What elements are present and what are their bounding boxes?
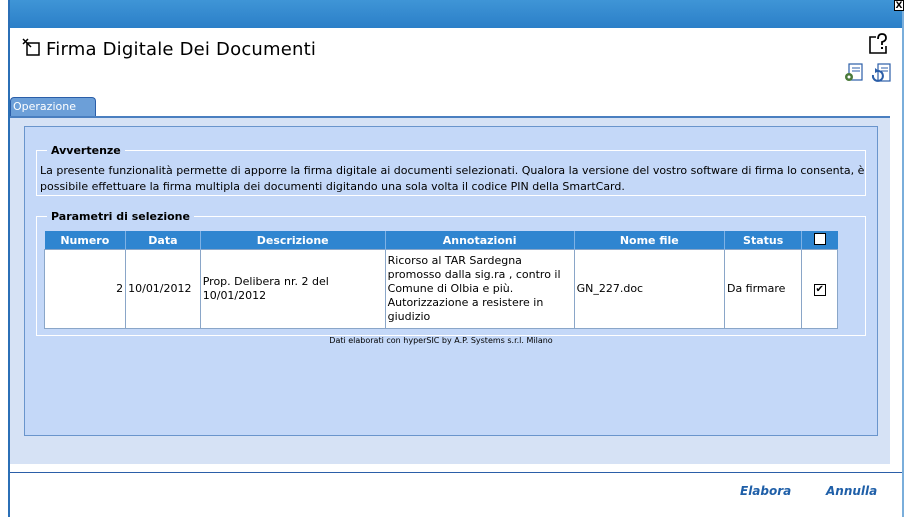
documents-table: Numero Data Descrizione Annotazioni Nome…	[43, 231, 838, 329]
page-title: Firma Digitale Dei Documenti	[46, 38, 317, 60]
row-select-checkbox[interactable]: ✔	[813, 284, 826, 296]
select-all-checkbox[interactable]	[813, 232, 826, 245]
help-icon[interactable]	[868, 33, 888, 60]
col-header-data[interactable]: Data	[125, 231, 201, 250]
table-header-row: Numero Data Descrizione Annotazioni Nome…	[44, 231, 838, 250]
pin-window-icon[interactable]	[22, 38, 40, 60]
elabora-button[interactable]: Elabora	[740, 484, 791, 498]
warnings-legend: Avvertenze	[51, 144, 121, 157]
credit-text: Dati elaborati con hyperSIC by A.P. Syst…	[329, 336, 553, 345]
col-header-numero[interactable]: Numero	[44, 231, 127, 250]
cell-descrizione: Prop. Delibera nr. 2 del 10/01/2012	[199, 249, 386, 329]
warnings-text: La presente funzionalità permette di app…	[40, 164, 865, 193]
cell-select: ✔	[801, 249, 838, 329]
tab-operazione[interactable]: Operazione	[10, 97, 96, 116]
cell-numero: 2	[43, 249, 127, 329]
cell-nome-file: GN_227.doc	[573, 249, 725, 329]
window-titlebar	[10, 0, 904, 28]
cell-data: 10/01/2012	[125, 249, 201, 329]
settings-icon[interactable]	[842, 62, 864, 88]
toolbar	[842, 62, 892, 88]
col-header-status[interactable]: Status	[724, 231, 803, 250]
col-header-select-all	[801, 231, 838, 250]
refresh-icon[interactable]	[870, 62, 892, 88]
cell-annotazioni: Ricorso al TAR Sardegna promosso dalla s…	[384, 249, 575, 329]
page-header: Firma Digitale Dei Documenti	[22, 37, 316, 61]
close-icon[interactable]: X	[894, 0, 904, 11]
params-legend: Parametri di selezione	[51, 210, 190, 223]
annulla-button[interactable]: Annulla	[826, 484, 877, 498]
col-header-nome-file[interactable]: Nome file	[574, 231, 725, 250]
col-header-descrizione[interactable]: Descrizione	[200, 231, 386, 250]
cell-status: Da firmare	[723, 249, 803, 329]
col-header-annotazioni[interactable]: Annotazioni	[385, 231, 575, 250]
table-row[interactable]: 2 10/01/2012 Prop. Delibera nr. 2 del 10…	[43, 249, 838, 329]
